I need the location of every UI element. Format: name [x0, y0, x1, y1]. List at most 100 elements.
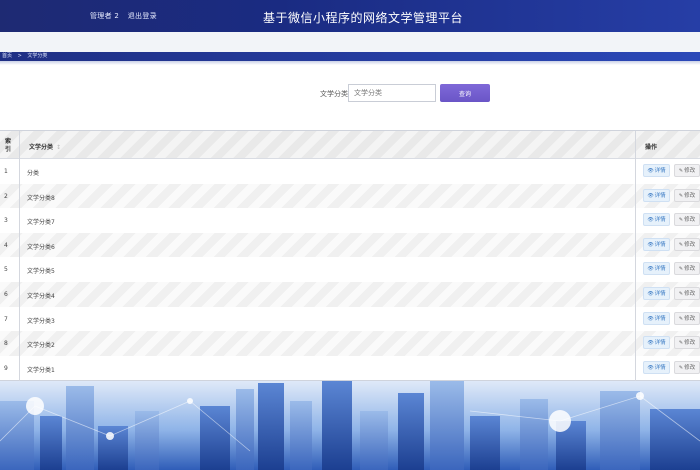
search-button[interactable]: 查询 — [440, 84, 490, 102]
eye-icon: 👁 — [647, 168, 654, 174]
user-name: 管理者 2 — [90, 12, 120, 20]
detail-button[interactable]: 👁详情 — [643, 287, 670, 300]
column-category-label: 文学分类 — [29, 144, 54, 151]
search-input[interactable] — [348, 84, 436, 102]
detail-button-label: 详情 — [654, 364, 666, 371]
edit-button[interactable]: ✎修改 — [674, 188, 700, 202]
column-divider — [635, 131, 636, 381]
detail-button-label: 详情 — [654, 217, 666, 224]
table-header: 索引 文学分类 ↕ 操作 — [0, 131, 700, 159]
pencil-icon: ✎ — [678, 364, 684, 371]
sort-icon[interactable]: ↕ — [56, 144, 61, 151]
row-category: 文学分类2 — [27, 342, 55, 350]
row-category: 文学分类5 — [27, 268, 55, 276]
edit-button[interactable]: ✎修改 — [674, 311, 700, 325]
detail-button[interactable]: 👁详情 — [643, 213, 670, 227]
eye-icon: 👁 — [647, 364, 654, 371]
detail-button[interactable]: 👁详情 — [643, 188, 670, 202]
detail-button[interactable]: 👁详情 — [643, 360, 670, 374]
row-category: 文学分类3 — [27, 317, 55, 325]
edit-button-label: 修改 — [684, 217, 696, 224]
row-category: 文学分类8 — [27, 194, 55, 202]
row-index: 2 — [4, 192, 8, 200]
eye-icon: 👁 — [647, 291, 654, 297]
edit-button[interactable]: ✎修改 — [674, 237, 700, 251]
eye-icon: 👁 — [647, 192, 654, 199]
header-spacer — [0, 32, 700, 52]
eye-icon: 👁 — [647, 266, 654, 273]
edit-button[interactable]: ✎修改 — [674, 213, 700, 227]
edit-button-label: 修改 — [684, 364, 696, 371]
column-index-header: 索引 — [5, 138, 12, 153]
pencil-icon: ✎ — [678, 266, 684, 273]
detail-button-label: 详情 — [654, 168, 666, 174]
table-row: 9 文学分类1 👁详情 ✎修改 — [0, 356, 700, 381]
detail-button[interactable]: 👁详情 — [643, 237, 670, 251]
app-title: 基于微信小程序的网络文学管理平台 — [263, 11, 464, 25]
table-row: 7 文学分类3 👁详情 ✎修改 — [0, 307, 700, 332]
row-category: 文学分类1 — [27, 366, 55, 374]
edit-button-label: 修改 — [684, 192, 696, 199]
pencil-icon: ✎ — [678, 217, 684, 224]
edit-button[interactable]: ✎修改 — [674, 336, 700, 350]
edit-button[interactable]: ✎修改 — [674, 164, 700, 177]
search-label: 文学分类 — [320, 90, 348, 98]
table-row: 5 文学分类5 👁详情 ✎修改 — [0, 257, 700, 282]
row-category: 文学分类7 — [27, 219, 55, 227]
breadcrumb-shadow — [0, 61, 700, 65]
detail-button[interactable]: 👁详情 — [643, 164, 670, 177]
top-header: 管理者 2 退出登录 基于微信小程序的网络文学管理平台 — [0, 0, 700, 32]
edit-button-label: 修改 — [684, 291, 696, 297]
row-category: 文学分类4 — [27, 293, 55, 300]
edit-button-label: 修改 — [684, 168, 696, 174]
row-index: 8 — [4, 340, 8, 348]
eye-icon: 👁 — [647, 241, 654, 248]
row-index: 9 — [4, 364, 8, 372]
pencil-icon: ✎ — [678, 241, 684, 248]
category-table: 索引 文学分类 ↕ 操作 1 分类 👁详情 ✎修改 2 文学分类8 👁详情 ✎修改 3 文学分类7 👁… — [0, 130, 700, 381]
row-category: 分类 — [27, 170, 40, 177]
eye-icon: 👁 — [647, 340, 654, 347]
edit-button-label: 修改 — [684, 340, 696, 347]
row-index: 4 — [4, 241, 8, 249]
row-index: 7 — [4, 315, 8, 323]
city-skyline — [0, 381, 700, 470]
pencil-icon: ✎ — [678, 192, 684, 199]
table-row: 3 文学分类7 👁详情 ✎修改 — [0, 208, 700, 233]
edit-button[interactable]: ✎修改 — [674, 287, 700, 300]
breadcrumb-separator: > — [17, 53, 22, 59]
city-background-image — [0, 381, 700, 470]
eye-icon: 👁 — [647, 315, 654, 322]
column-divider — [19, 131, 20, 381]
pencil-icon: ✎ — [678, 291, 684, 297]
row-index: 5 — [4, 266, 8, 274]
detail-button[interactable]: 👁详情 — [643, 262, 670, 276]
edit-button-label: 修改 — [684, 315, 696, 322]
edit-button-label: 修改 — [684, 266, 696, 273]
table-row: 2 文学分类8 👁详情 ✎修改 — [0, 183, 700, 209]
edit-button[interactable]: ✎修改 — [674, 262, 700, 276]
breadcrumb-home[interactable]: 首页 — [2, 53, 12, 59]
detail-button[interactable]: 👁详情 — [643, 336, 670, 350]
column-category-header[interactable]: 文学分类 ↕ — [29, 142, 61, 151]
breadcrumb-current: 文学分类 — [27, 53, 48, 59]
edit-button[interactable]: ✎修改 — [674, 360, 700, 374]
row-index: 6 — [4, 291, 8, 298]
logout-link[interactable]: 退出登录 — [128, 12, 157, 20]
row-index: 3 — [4, 217, 8, 225]
column-ops-header: 操作 — [645, 144, 658, 151]
table-row: 4 文学分类6 👁详情 ✎修改 — [0, 232, 700, 258]
detail-button[interactable]: 👁详情 — [643, 311, 670, 325]
table-row: 1 分类 👁详情 ✎修改 — [0, 159, 700, 184]
table-row: 6 文学分类4 👁详情 ✎修改 — [0, 282, 700, 307]
detail-button-label: 详情 — [654, 266, 666, 273]
pencil-icon: ✎ — [678, 340, 684, 347]
pencil-icon: ✎ — [678, 315, 684, 322]
table-row: 8 文学分类2 👁详情 ✎修改 — [0, 331, 700, 356]
detail-button-label: 详情 — [654, 291, 666, 297]
user-area: 管理者 2 退出登录 — [90, 11, 163, 21]
pencil-icon: ✎ — [678, 168, 684, 174]
detail-button-label: 详情 — [654, 315, 666, 322]
eye-icon: 👁 — [647, 217, 654, 224]
row-index: 1 — [4, 168, 8, 175]
